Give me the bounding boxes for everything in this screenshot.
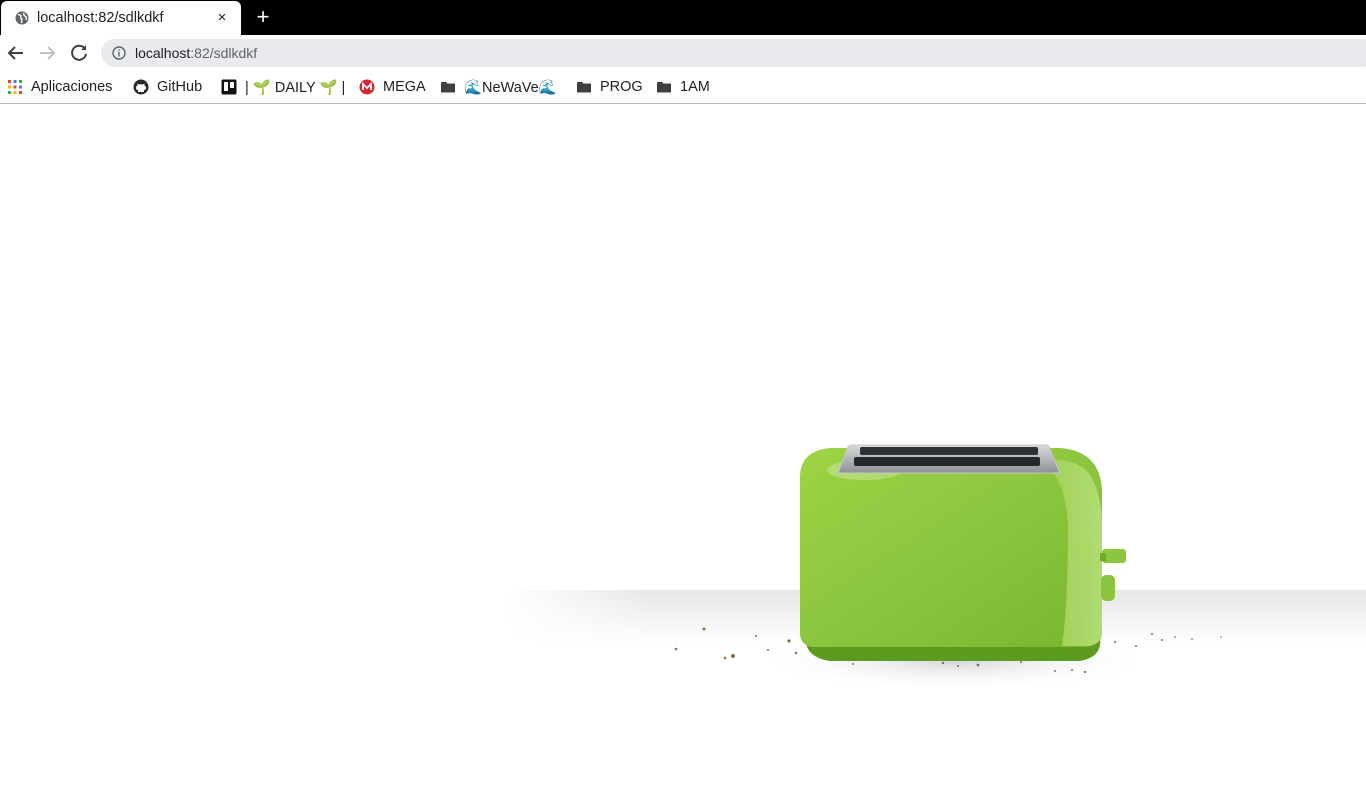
bookmark-label: 🌊NeWaVe🌊	[464, 79, 557, 96]
url-host: localhost	[135, 45, 191, 61]
new-tab-button[interactable]: +	[253, 6, 273, 28]
bookmark-mega[interactable]: MEGA	[359, 77, 426, 97]
toaster-slot-back	[860, 447, 1038, 455]
globe-icon	[15, 11, 29, 25]
bookmark-label: 1AM	[680, 79, 710, 95]
bookmark-daily[interactable]: | 🌱 DAILY 🌱 |	[221, 77, 345, 97]
folder-icon	[657, 82, 671, 93]
mega-icon	[359, 79, 375, 95]
folder-icon	[577, 82, 591, 93]
tab-close-icon[interactable]: ×	[214, 10, 230, 26]
back-arrow-icon[interactable]	[4, 41, 28, 65]
folder-icon	[441, 82, 455, 93]
apps-grid-icon	[8, 80, 22, 94]
page-content	[0, 105, 1366, 785]
green-toaster-illustration	[505, 444, 1366, 692]
toaster-knob	[1101, 575, 1115, 601]
tab-strip: localhost:82/sdlkdkf × +	[0, 0, 1366, 35]
bookmark-folder-1am[interactable]: 1AM	[656, 77, 710, 97]
toaster-lever-stem	[1100, 553, 1106, 561]
reload-icon[interactable]	[67, 41, 91, 65]
address-bar[interactable]: localhost:82/sdlkdkf	[101, 39, 1366, 67]
toaster-slot-front	[854, 457, 1040, 466]
info-icon[interactable]	[112, 46, 126, 60]
bookmark-folder-prog[interactable]: PROG	[576, 77, 643, 97]
browser-toolbar: localhost:82/sdlkdkf	[0, 35, 1366, 71]
bookmark-label: Aplicaciones	[31, 79, 113, 95]
bookmark-label: PROG	[600, 79, 643, 95]
bookmarks-bar: Aplicaciones GitHub | 🌱 DAILY 🌱 | MEGA 🌊…	[0, 71, 1366, 104]
bookmark-label: GitHub	[157, 79, 203, 95]
browser-tab[interactable]: localhost:82/sdlkdkf ×	[1, 1, 241, 35]
bookmark-label: MEGA	[383, 79, 426, 95]
bookmark-github[interactable]: GitHub	[133, 77, 202, 97]
table-shadow-fade	[505, 585, 655, 650]
trello-icon	[221, 79, 237, 95]
github-icon	[133, 79, 149, 95]
forward-arrow-icon[interactable]	[35, 41, 59, 65]
bookmark-aplicaciones[interactable]: Aplicaciones	[7, 77, 112, 97]
url-text[interactable]: localhost:82/sdlkdkf	[135, 45, 257, 61]
tab-title: localhost:82/sdlkdkf	[37, 10, 164, 26]
url-path: :82/sdlkdkf	[190, 45, 258, 61]
bookmark-label: | 🌱 DAILY 🌱 |	[245, 79, 346, 96]
bookmark-folder-newave[interactable]: 🌊NeWaVe🌊	[440, 77, 557, 97]
